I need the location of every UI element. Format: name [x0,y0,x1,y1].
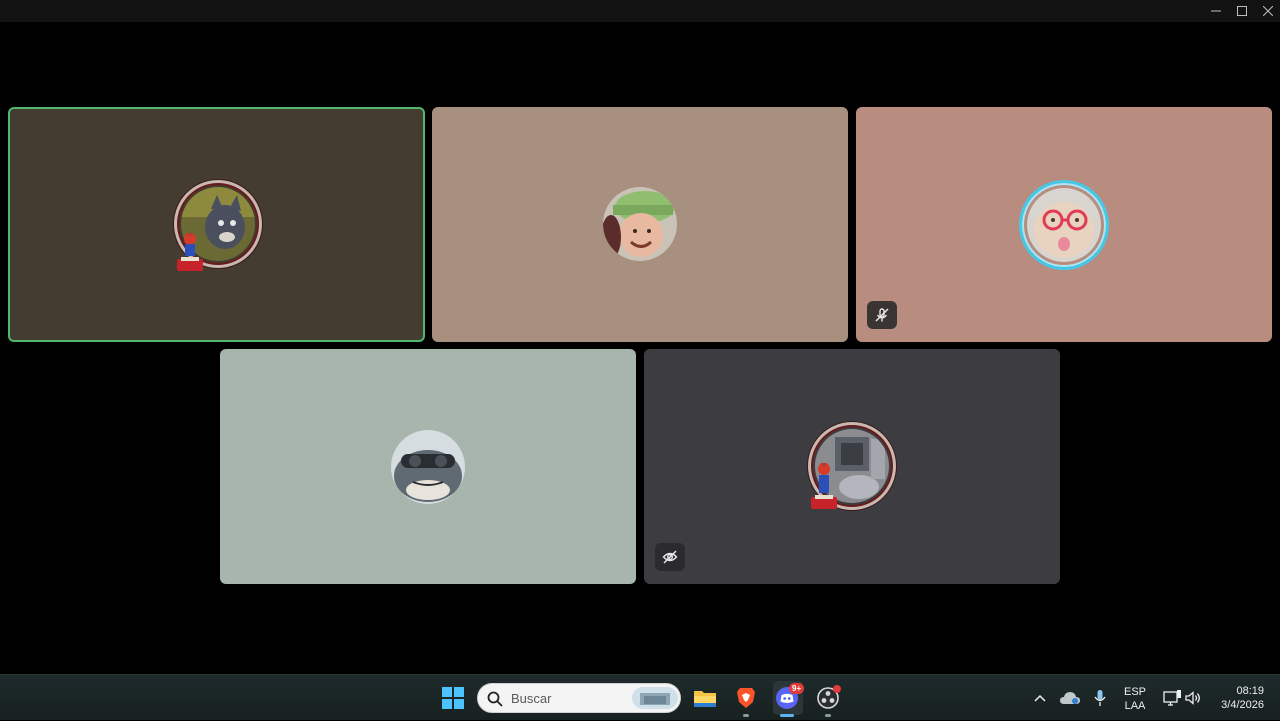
search-icon [487,691,503,707]
network-monitor-icon [1163,690,1181,706]
participant-tile[interactable] [644,349,1060,584]
muted-status [867,301,897,329]
shark-avatar-icon [391,430,465,504]
taskbar: Buscar 9+ ESP LAA 08:19 3/4/2026 [0,674,1280,720]
participant-tile[interactable] [220,349,636,584]
avatar [1027,188,1101,262]
close-icon [1263,6,1273,16]
cloud-icon [1060,692,1080,704]
search-highlight-icon [632,687,678,709]
minimize-button[interactable] [1204,0,1228,22]
cat-with-glasses-avatar-icon [1027,188,1101,262]
figurine-decoration-icon [811,463,837,509]
minimize-icon [1211,10,1221,12]
running-indicator [825,714,831,717]
file-explorer-button[interactable] [692,675,718,721]
network-button[interactable] [1161,675,1183,721]
file-explorer-icon [694,691,716,707]
avatar [603,187,677,261]
close-button[interactable] [1256,0,1280,22]
participant-tile[interactable] [432,107,848,342]
brave-browser-icon [737,688,755,708]
chevron-up-icon [1034,694,1046,702]
camera-off-icon [662,550,678,564]
maximize-icon [1237,6,1247,16]
muted-mic-icon [875,308,889,322]
start-button[interactable] [440,675,466,721]
search-box[interactable]: Buscar [477,683,681,713]
participant-tile[interactable] [8,107,425,342]
active-indicator [780,714,794,717]
maximize-button[interactable] [1230,0,1254,22]
figurine-decoration-icon [177,233,203,271]
speaker-icon [1185,691,1200,705]
clock-time: 08:19 [1236,685,1264,697]
keyboard-layout: LAA [1124,700,1146,712]
windows-start-icon [442,687,464,709]
input-language-indicator[interactable]: ESP LAA [1120,685,1150,713]
microphone-icon [1094,690,1106,706]
camera-off-status [655,543,685,571]
onedrive-button[interactable] [1059,675,1081,721]
search-placeholder: Buscar [511,691,552,706]
volume-button[interactable] [1183,675,1203,721]
notification-badge: 9+ [789,683,805,694]
show-hidden-icons-button[interactable] [1030,675,1050,721]
clock[interactable]: 08:19 3/4/2026 [1210,684,1264,712]
language-code: ESP [1123,686,1146,698]
running-indicator [743,714,749,717]
title-bar [0,0,1280,22]
avatar [391,430,465,504]
microphone-button[interactable] [1090,675,1110,721]
participant-tile[interactable] [856,107,1272,342]
person-avatar-icon [603,187,677,261]
recording-dot [833,685,841,693]
clock-date: 3/4/2026 [1221,699,1264,711]
